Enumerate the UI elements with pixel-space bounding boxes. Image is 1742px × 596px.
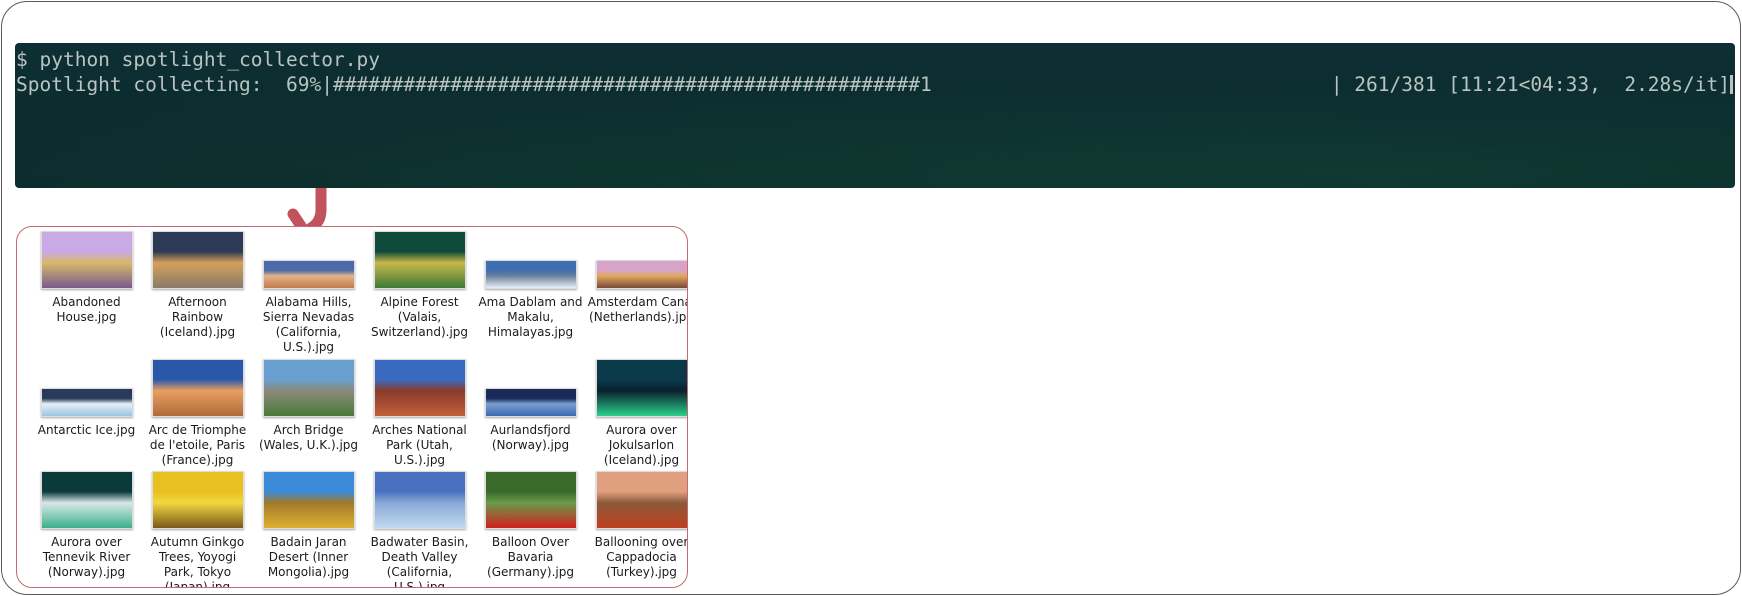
thumbnail-container bbox=[595, 231, 687, 289]
thumbnail-container bbox=[373, 359, 466, 417]
file-item[interactable]: Balloon Over Bavaria (Germany).jpg bbox=[475, 471, 586, 587]
file-item[interactable]: Arc de Triomphe de l'etoile, Paris (Fran… bbox=[142, 359, 253, 471]
thumbnail-container bbox=[40, 359, 133, 417]
file-name-label: Aurora over Tennevik River (Norway).jpg bbox=[42, 535, 131, 579]
file-item[interactable]: Arches National Park (Utah, U.S.).jpg bbox=[364, 359, 475, 471]
image-thumbnail-icon bbox=[484, 471, 577, 529]
image-thumbnail-icon bbox=[151, 471, 244, 529]
file-name-label: Aurlandsfjord (Norway).jpg bbox=[490, 423, 571, 452]
image-thumbnail-icon bbox=[595, 471, 687, 529]
thumbnail-container bbox=[373, 231, 466, 289]
file-name-label: Antarctic Ice.jpg bbox=[37, 423, 136, 437]
thumbnail-container bbox=[40, 471, 133, 529]
file-item[interactable]: Badain Jaran Desert (Inner Mongolia).jpg bbox=[253, 471, 364, 587]
thumbnail-container bbox=[484, 359, 577, 417]
thumbnail-container bbox=[151, 359, 244, 417]
image-thumbnail-icon bbox=[373, 359, 466, 417]
cropped-text-fragment bbox=[432, 34, 682, 42]
file-item[interactable]: Aurora over Jokulsarlon (Iceland).jpg bbox=[586, 359, 687, 471]
thumbnail-container bbox=[484, 231, 577, 289]
file-name-label: Aurora over Jokulsarlon (Iceland).jpg bbox=[603, 423, 680, 467]
file-item[interactable]: Arch Bridge (Wales, U.K.).jpg bbox=[253, 359, 364, 471]
terminal-progress-line: Spotlight collecting: 69%|##############… bbox=[16, 72, 1735, 97]
file-item[interactable]: Alabama Hills, Sierra Nevadas (Californi… bbox=[253, 231, 364, 359]
image-thumbnail-icon bbox=[262, 359, 355, 417]
file-item[interactable]: Ballooning over Cappadocia (Turkey).jpg bbox=[586, 471, 688, 587]
file-item[interactable]: Antarctic Ice.jpg bbox=[31, 359, 142, 471]
progress-stats: | 261/381 [11:21<04:33, 2.28s/it] bbox=[1330, 73, 1730, 96]
file-explorer-pane: Abandoned House.jpg Afternoon Rainbow (Ic… bbox=[16, 226, 688, 588]
thumbnail-container bbox=[262, 231, 355, 289]
image-thumbnail-icon bbox=[595, 359, 687, 417]
thumbnail-container bbox=[40, 231, 133, 289]
file-name-label: Arch Bridge (Wales, U.K.).jpg bbox=[258, 423, 359, 452]
image-thumbnail-icon bbox=[262, 260, 355, 289]
file-name-label: Afternoon Rainbow (Iceland).jpg bbox=[159, 295, 236, 339]
file-name-label: Autumn Ginkgo Trees, Yoyogi Park, Tokyo … bbox=[150, 535, 245, 588]
file-name-label: Ballooning over Cappadocia (Turkey).jpg bbox=[594, 535, 688, 579]
image-thumbnail-icon bbox=[40, 231, 133, 289]
image-thumbnail-icon bbox=[595, 260, 687, 289]
file-item[interactable]: Badwater Basin, Death Valley (California… bbox=[364, 471, 475, 587]
thumbnail-container bbox=[595, 359, 687, 417]
screenshot-frame: $ python spotlight_collector.py Spotligh… bbox=[1, 1, 1741, 595]
file-name-label: Badwater Basin, Death Valley (California… bbox=[370, 535, 469, 588]
progress-prefix: Spotlight collecting: 69%| bbox=[16, 73, 333, 96]
file-item[interactable]: Alpine Forest (Valais, Switzerland).jpg bbox=[364, 231, 475, 359]
file-item[interactable]: Afternoon Rainbow (Iceland).jpg bbox=[142, 231, 253, 359]
file-item[interactable]: Abandoned House.jpg bbox=[31, 231, 142, 359]
image-thumbnail-icon bbox=[40, 471, 133, 529]
thumbnail-container bbox=[262, 471, 355, 529]
file-item[interactable]: Aurlandsfjord (Norway).jpg bbox=[475, 359, 586, 471]
file-name-label: Alabama Hills, Sierra Nevadas (Californi… bbox=[262, 295, 355, 354]
image-thumbnail-icon bbox=[262, 471, 355, 529]
terminal-cursor bbox=[1730, 75, 1733, 94]
file-name-label: Arc de Triomphe de l'etoile, Paris (Fran… bbox=[148, 423, 247, 467]
file-grid: Abandoned House.jpg Afternoon Rainbow (Ic… bbox=[31, 231, 688, 587]
image-thumbnail-icon bbox=[151, 359, 244, 417]
file-name-label: Amsterdam Canal (Netherlands).jpg bbox=[587, 295, 688, 324]
thumbnail-container bbox=[595, 471, 687, 529]
file-name-label: Alpine Forest (Valais, Switzerland).jpg bbox=[370, 295, 469, 339]
image-thumbnail-icon bbox=[484, 388, 577, 417]
file-name-label: Ama Dablam and Makalu, Himalayas.jpg bbox=[478, 295, 583, 339]
thumbnail-container bbox=[484, 471, 577, 529]
file-item[interactable]: Ama Dablam and Makalu, Himalayas.jpg bbox=[475, 231, 586, 359]
thumbnail-container bbox=[151, 471, 244, 529]
file-name-label: Arches National Park (Utah, U.S.).jpg bbox=[372, 423, 467, 467]
file-item[interactable]: Aurora over Tennevik River (Norway).jpg bbox=[31, 471, 142, 587]
thumbnail-container bbox=[373, 471, 466, 529]
file-name-label: Badain Jaran Desert (Inner Mongolia).jpg bbox=[267, 535, 350, 579]
thumbnail-container bbox=[151, 231, 244, 289]
progress-bar-text: ########################################… bbox=[332, 73, 932, 96]
image-thumbnail-icon bbox=[484, 260, 577, 289]
file-name-label: Balloon Over Bavaria (Germany).jpg bbox=[487, 535, 574, 579]
image-thumbnail-icon bbox=[151, 231, 244, 289]
image-thumbnail-icon bbox=[373, 231, 466, 289]
terminal-command-line: $ python spotlight_collector.py bbox=[16, 48, 380, 71]
file-name-label: Abandoned House.jpg bbox=[52, 295, 121, 324]
terminal-window[interactable]: $ python spotlight_collector.py Spotligh… bbox=[15, 43, 1735, 188]
image-thumbnail-icon bbox=[40, 388, 133, 417]
file-item[interactable]: Amsterdam Canal (Netherlands).jpg bbox=[586, 231, 688, 359]
file-item[interactable]: Autumn Ginkgo Trees, Yoyogi Park, Tokyo … bbox=[142, 471, 253, 587]
thumbnail-container bbox=[262, 359, 355, 417]
image-thumbnail-icon bbox=[373, 471, 466, 529]
